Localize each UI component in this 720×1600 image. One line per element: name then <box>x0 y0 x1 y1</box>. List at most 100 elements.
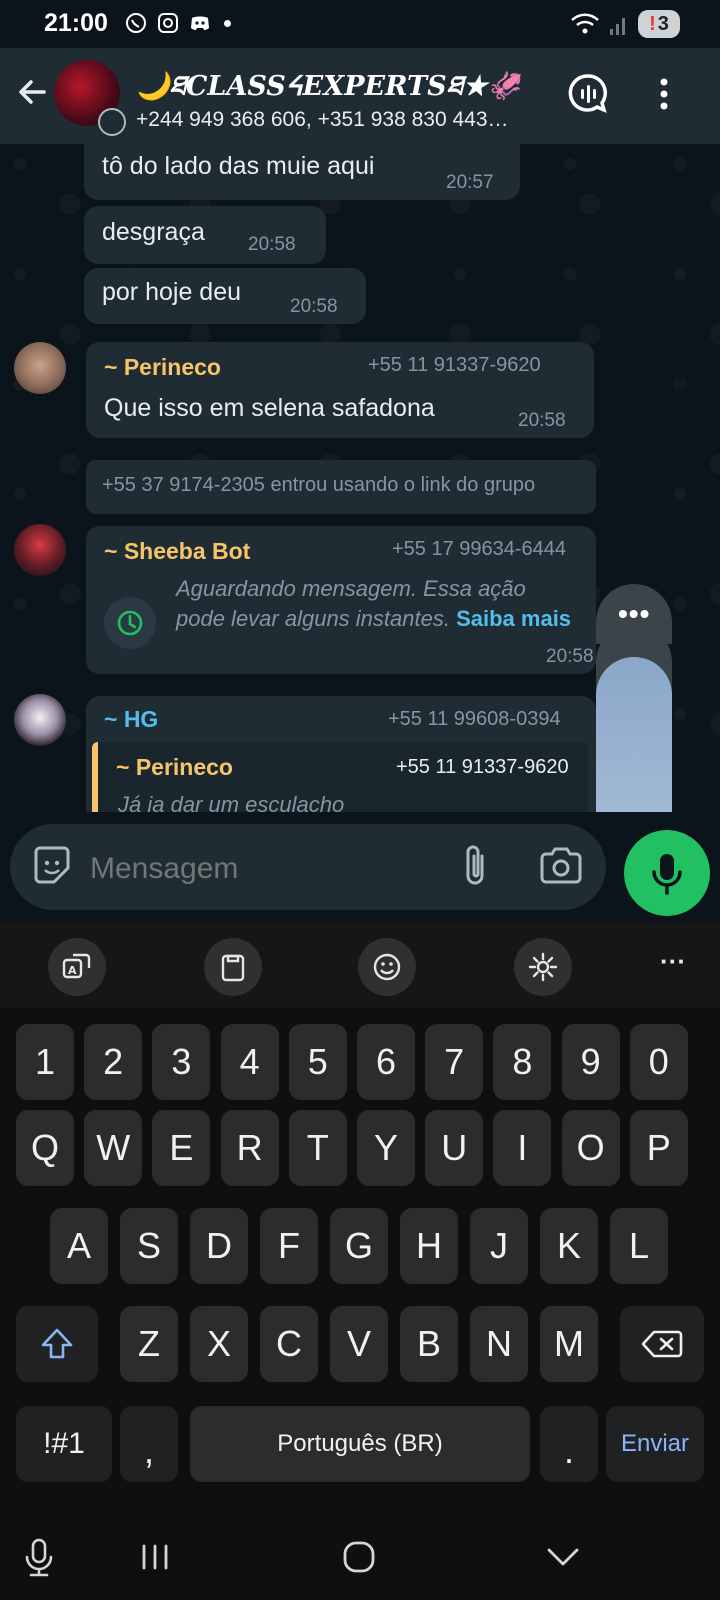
key-w[interactable]: W <box>84 1110 143 1186</box>
gear-icon <box>528 952 558 982</box>
message-text: Que isso em selena safadona <box>104 394 435 422</box>
key-p[interactable]: P <box>629 1110 688 1186</box>
comma-key[interactable]: , <box>120 1406 178 1482</box>
key-i[interactable]: I <box>493 1110 552 1186</box>
sticker-icon[interactable] <box>28 842 76 890</box>
key-r[interactable]: R <box>220 1110 279 1186</box>
sender-name[interactable]: ~ Perineco <box>104 354 221 381</box>
battery-level: 3 <box>657 12 669 35</box>
message-text: desgraça <box>102 218 205 246</box>
key-g[interactable]: G <box>330 1208 388 1284</box>
clock-icon <box>104 597 156 649</box>
quoted-sender: ~ Perineco <box>116 754 233 780</box>
key-q[interactable]: Q <box>16 1110 74 1186</box>
key-1[interactable]: 1 <box>16 1024 74 1100</box>
message-bubble[interactable]: por hoje deu 20:58 <box>84 268 366 324</box>
volume-slider[interactable] <box>596 624 672 812</box>
camera-icon[interactable] <box>536 842 586 890</box>
keyboard-more-button[interactable]: ··· <box>660 946 686 977</box>
quoted-preview: Já ia dar um esculacho <box>118 792 345 812</box>
sender-name[interactable]: ~ Sheeba Bot <box>104 538 250 565</box>
key-7[interactable]: 7 <box>425 1024 484 1100</box>
key-6[interactable]: 6 <box>357 1024 415 1100</box>
emoji-button[interactable] <box>358 938 416 996</box>
key-d[interactable]: D <box>190 1208 248 1284</box>
voice-record-button[interactable] <box>624 830 710 916</box>
clipboard-icon <box>221 954 245 982</box>
key-u[interactable]: U <box>425 1110 484 1186</box>
message-time: 20:58 <box>518 410 566 431</box>
system-message: +55 37 9174-2305 entrou usando o link do… <box>86 460 596 514</box>
attach-icon[interactable] <box>454 842 496 890</box>
period-key[interactable]: . <box>540 1406 598 1482</box>
voice-input-icon[interactable] <box>16 1534 62 1580</box>
key-k[interactable]: K <box>540 1208 598 1284</box>
key-n[interactable]: N <box>470 1306 528 1382</box>
emoji-icon <box>373 953 401 981</box>
key-a[interactable]: A <box>50 1208 108 1284</box>
shift-key[interactable] <box>16 1306 98 1382</box>
sender-avatar[interactable] <box>14 524 66 576</box>
key-0[interactable]: 0 <box>629 1024 688 1100</box>
chat-area[interactable]: tô do lado das muie aqui 20:57 desgraça … <box>0 144 720 812</box>
key-f[interactable]: F <box>260 1208 318 1284</box>
message-text: tô do lado das muie aqui <box>102 152 375 180</box>
key-b[interactable]: B <box>400 1306 458 1382</box>
message-time: 20:58 <box>290 296 338 317</box>
clipboard-button[interactable] <box>204 938 262 996</box>
more-options-icon[interactable] <box>642 72 686 116</box>
sender-avatar[interactable] <box>14 694 66 746</box>
key-v[interactable]: V <box>330 1306 388 1382</box>
key-2[interactable]: 2 <box>84 1024 143 1100</box>
key-o[interactable]: O <box>561 1110 620 1186</box>
symbols-key[interactable]: !#1 <box>16 1406 112 1482</box>
battery-indicator: ! 3 <box>638 10 680 38</box>
key-s[interactable]: S <box>120 1208 178 1284</box>
send-key[interactable]: Enviar <box>606 1406 704 1482</box>
backspace-icon <box>641 1330 683 1358</box>
key-y[interactable]: Y <box>357 1110 415 1186</box>
volume-slider-fill <box>596 657 672 812</box>
message-bubble[interactable]: ~ Perineco +55 11 91337-9620 Que isso em… <box>86 342 594 438</box>
key-3[interactable]: 3 <box>152 1024 211 1100</box>
key-4[interactable]: 4 <box>220 1024 279 1100</box>
waiting-message-text: Aguardando mensagem. Essa ação pode leva… <box>176 574 576 634</box>
space-key[interactable]: Português (BR) <box>190 1406 530 1482</box>
key-m[interactable]: M <box>540 1306 598 1382</box>
message-text: por hoje deu <box>102 278 242 306</box>
quoted-phone: +55 11 91337-9620 <box>396 756 569 778</box>
back-arrow-icon[interactable] <box>14 74 50 110</box>
voice-chat-icon[interactable] <box>566 72 610 116</box>
key-h[interactable]: H <box>400 1208 458 1284</box>
keyboard-settings-button[interactable] <box>514 938 572 996</box>
message-input[interactable] <box>90 852 410 886</box>
translate-button[interactable]: A <box>48 938 106 996</box>
key-t[interactable]: T <box>288 1110 347 1186</box>
whatsapp-icon <box>126 13 146 33</box>
recent-apps-icon[interactable] <box>132 1534 178 1580</box>
key-e[interactable]: E <box>152 1110 211 1186</box>
key-z[interactable]: Z <box>120 1306 178 1382</box>
message-bubble[interactable]: tô do lado das muie aqui 20:57 <box>84 144 520 200</box>
sender-avatar[interactable] <box>14 342 66 394</box>
hide-keyboard-icon[interactable] <box>540 1534 586 1580</box>
key-c[interactable]: C <box>260 1306 318 1382</box>
message-bubble[interactable]: desgraça 20:58 <box>84 206 326 264</box>
group-members[interactable]: +244 949 368 606, +351 938 830 443… <box>136 108 556 132</box>
wifi-icon <box>571 13 599 34</box>
key-l[interactable]: L <box>610 1208 668 1284</box>
backspace-key[interactable] <box>620 1306 704 1382</box>
status-time: 21:00 <box>44 9 108 37</box>
home-icon[interactable] <box>336 1534 382 1580</box>
key-j[interactable]: J <box>470 1208 528 1284</box>
learn-more-link[interactable]: Saiba mais <box>456 606 571 631</box>
shift-icon <box>41 1328 73 1359</box>
notification-dot <box>224 19 231 27</box>
key-9[interactable]: 9 <box>561 1024 620 1100</box>
key-5[interactable]: 5 <box>288 1024 347 1100</box>
signal-icon <box>610 18 625 35</box>
system-message-text: +55 37 9174-2305 entrou usando o link do… <box>102 474 536 496</box>
sender-name[interactable]: ~ HG <box>104 706 158 733</box>
key-x[interactable]: X <box>190 1306 248 1382</box>
key-8[interactable]: 8 <box>493 1024 552 1100</box>
